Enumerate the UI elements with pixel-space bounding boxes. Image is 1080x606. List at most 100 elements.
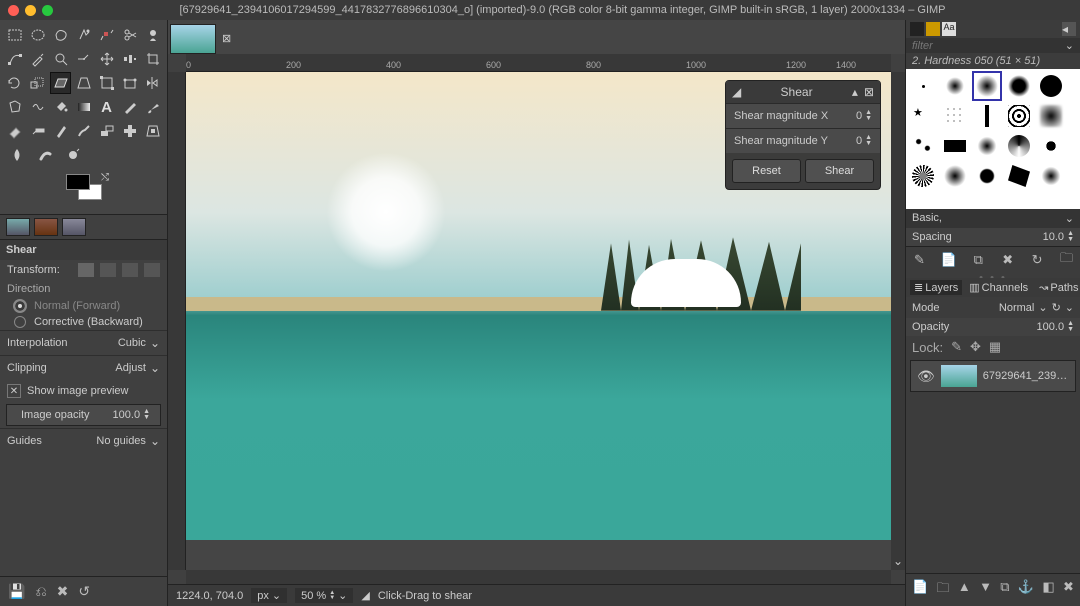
- spinner-icon[interactable]: ▲▼: [143, 409, 150, 421]
- edit-brush-icon[interactable]: ✎: [912, 252, 927, 267]
- new-brush-icon[interactable]: 📄: [941, 252, 956, 267]
- new-layer-icon[interactable]: 📄: [912, 579, 928, 601]
- visibility-icon[interactable]: 👁: [917, 368, 935, 385]
- unit-selector[interactable]: px⌄: [251, 588, 287, 603]
- tool-options-tab-icon[interactable]: [6, 218, 30, 236]
- duplicate-brush-icon[interactable]: ⧉: [971, 252, 986, 267]
- tool-extra1[interactable]: [88, 144, 114, 166]
- tool-dodge[interactable]: [60, 144, 86, 166]
- tool-zoom[interactable]: [50, 48, 71, 70]
- tool-rotate[interactable]: [4, 72, 25, 94]
- reset-button[interactable]: Reset: [732, 159, 801, 183]
- tool-perspective[interactable]: [73, 72, 94, 94]
- device-status-tab-icon[interactable]: [34, 218, 58, 236]
- tab-layers[interactable]: ≣Layers: [910, 280, 962, 295]
- shear-x-row[interactable]: Shear magnitude X 0▲▼: [726, 103, 880, 128]
- delete-preset-icon[interactable]: ✖: [57, 583, 69, 600]
- interpolation-dropdown[interactable]: Interpolation Cubic⌄: [0, 330, 167, 355]
- tool-smudge[interactable]: [32, 144, 58, 166]
- tool-unified-transform[interactable]: [96, 72, 117, 94]
- images-tab-icon[interactable]: [62, 218, 86, 236]
- tool-gradient[interactable]: [73, 96, 94, 118]
- tool-crop[interactable]: [142, 48, 163, 70]
- panel-menu-icon[interactable]: ◂: [1062, 22, 1076, 36]
- transform-selection-icon[interactable]: [100, 263, 116, 277]
- close-window-icon[interactable]: [8, 5, 19, 16]
- image-opacity-slider[interactable]: Image opacity 100.0▲▼: [6, 404, 161, 426]
- duplicate-layer-icon[interactable]: ⧉: [1000, 579, 1009, 601]
- open-as-image-icon[interactable]: 🗀: [1059, 252, 1074, 267]
- spinner-icon[interactable]: ▲▼: [1067, 231, 1074, 243]
- guides-dropdown[interactable]: Guides No guides⌄: [0, 428, 167, 453]
- vertical-scrollbar[interactable]: ⌄: [891, 72, 905, 570]
- mask-icon[interactable]: ◧: [1042, 579, 1054, 601]
- merge-down-icon[interactable]: ⚓: [1018, 579, 1034, 601]
- reset-preset-icon[interactable]: ↺: [78, 583, 90, 600]
- tool-rect-select[interactable]: [4, 24, 25, 46]
- spinner-icon[interactable]: ▲▼: [865, 110, 872, 122]
- raise-layer-icon[interactable]: ▲: [958, 579, 971, 601]
- close-tab-icon[interactable]: ⊠: [222, 32, 234, 44]
- new-group-icon[interactable]: 🗀: [937, 579, 950, 601]
- layer-opacity-slider[interactable]: Opacity 100.0▲▼: [906, 318, 1080, 336]
- save-preset-icon[interactable]: 💾: [8, 583, 25, 600]
- collapse-icon[interactable]: ▴: [852, 85, 858, 99]
- direction-corrective[interactable]: Corrective (Backward): [0, 314, 167, 330]
- brush-filter[interactable]: filter ⌄: [906, 38, 1080, 53]
- layer-item[interactable]: 👁 67929641_239410: [910, 360, 1076, 392]
- image-tab-thumbnail[interactable]: [170, 24, 216, 54]
- tool-perspective-clone[interactable]: [142, 120, 163, 142]
- swap-colors-icon[interactable]: ⤭: [101, 172, 109, 183]
- lower-layer-icon[interactable]: ▼: [979, 579, 992, 601]
- tool-color-picker[interactable]: [27, 48, 48, 70]
- tool-ink[interactable]: [50, 120, 71, 142]
- tool-text[interactable]: A: [96, 96, 117, 118]
- delete-brush-icon[interactable]: ✖: [1000, 252, 1015, 267]
- mode-reset-icon[interactable]: ↻: [1052, 301, 1061, 314]
- tool-move[interactable]: [96, 48, 117, 70]
- color-swatches[interactable]: ⤭: [4, 168, 163, 210]
- lock-alpha-icon[interactable]: ▦: [989, 339, 1001, 355]
- layer-name[interactable]: 67929641_239410: [983, 370, 1069, 382]
- tool-paths[interactable]: [4, 48, 25, 70]
- tool-airbrush[interactable]: [27, 120, 48, 142]
- brushes-tab-icon[interactable]: [910, 22, 924, 36]
- shear-button[interactable]: Shear: [805, 159, 874, 183]
- tool-bucket[interactable]: [50, 96, 71, 118]
- tool-pencil[interactable]: [119, 96, 140, 118]
- tool-flip[interactable]: [142, 72, 163, 94]
- minimize-window-icon[interactable]: [25, 5, 36, 16]
- tool-mypaint[interactable]: [73, 120, 94, 142]
- lock-pixels-icon[interactable]: ✎: [951, 339, 962, 355]
- tool-cage[interactable]: [4, 96, 25, 118]
- tool-align[interactable]: [119, 48, 140, 70]
- vertical-ruler[interactable]: [168, 72, 186, 570]
- tool-paintbrush[interactable]: [142, 96, 163, 118]
- refresh-brush-icon[interactable]: ↻: [1030, 252, 1045, 267]
- clipping-dropdown[interactable]: Clipping Adjust⌄: [0, 355, 167, 380]
- maximize-window-icon[interactable]: [42, 5, 53, 16]
- detach-icon[interactable]: ⊠: [864, 85, 874, 99]
- tool-extra2[interactable]: [116, 144, 142, 166]
- tool-scissors[interactable]: [119, 24, 140, 46]
- spinner-icon[interactable]: ▲▼: [865, 135, 872, 147]
- image-canvas[interactable]: ◢ Shear ▴ ⊠ Shear magnitude X 0▲▼ Shear …: [186, 72, 891, 570]
- tool-free-select[interactable]: [50, 24, 71, 46]
- direction-normal[interactable]: Normal (Forward): [0, 298, 167, 314]
- fonts-tab-icon[interactable]: Aa: [942, 22, 956, 36]
- tool-color-select[interactable]: [96, 24, 117, 46]
- tool-handle-transform[interactable]: [119, 72, 140, 94]
- tool-blur[interactable]: [4, 144, 30, 166]
- transform-layer-icon[interactable]: [78, 263, 94, 277]
- shear-y-row[interactable]: Shear magnitude Y 0▲▼: [726, 128, 880, 153]
- tool-clone[interactable]: [96, 120, 117, 142]
- shear-dialog[interactable]: ◢ Shear ▴ ⊠ Shear magnitude X 0▲▼ Shear …: [725, 80, 881, 190]
- spinner-icon[interactable]: ▲▼: [1067, 321, 1074, 333]
- horizontal-scrollbar[interactable]: [186, 570, 891, 584]
- tool-heal[interactable]: [119, 120, 140, 142]
- tool-fg-select[interactable]: [142, 24, 163, 46]
- zoom-selector[interactable]: 50 %▲▼⌄: [295, 588, 353, 603]
- horizontal-ruler[interactable]: 0 200 400 600 800 1000 1200 1400: [186, 54, 891, 72]
- tool-shear[interactable]: [50, 72, 71, 94]
- tab-paths[interactable]: ↝Paths: [1035, 280, 1080, 295]
